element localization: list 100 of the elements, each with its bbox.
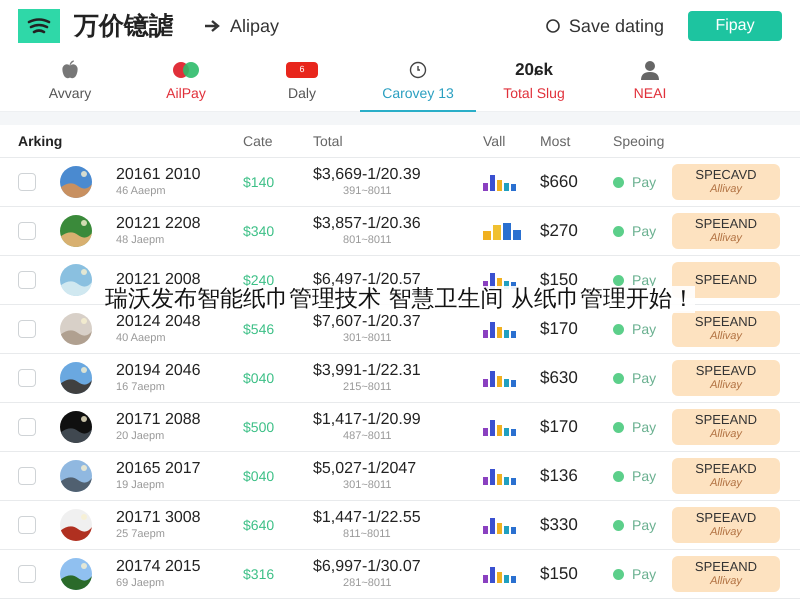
status-text: Pay — [632, 368, 656, 388]
tag-badge: SPECAVD Allivay — [672, 164, 780, 200]
total-text: $6,997-1/30.07 — [313, 557, 421, 578]
clock-icon — [409, 60, 427, 78]
row-time: 48 Jaepm — [116, 234, 166, 248]
tab[interactable]: AilPay — [128, 52, 244, 112]
count-badge: 6 — [286, 62, 318, 78]
total-subtext: 301~8011 — [343, 479, 392, 493]
amount-text: $040 — [243, 466, 274, 486]
column-header: Cate — [243, 132, 273, 150]
checkbox[interactable] — [18, 222, 36, 240]
amount-text: $140 — [243, 172, 274, 192]
total-subtext: 281~8011 — [343, 577, 392, 591]
price-text: $150 — [540, 563, 578, 586]
checkbox[interactable] — [18, 565, 36, 583]
row-time: 40 Aaepm — [116, 332, 167, 346]
row-title: 20171 2088 — [116, 410, 201, 430]
apple-icon — [61, 60, 79, 80]
total-subtext: 811~8011 — [343, 528, 391, 542]
amount-text: $546 — [243, 320, 274, 338]
status-text: Pay — [632, 516, 656, 535]
bar-chart-icon — [483, 418, 516, 436]
total-subtext: 301~8011 — [343, 332, 392, 346]
row-title: 20121 2208 — [116, 214, 201, 234]
bar-chart-icon — [483, 173, 516, 191]
app-title: 万价镱謔 — [74, 10, 174, 42]
checkbox[interactable] — [18, 271, 36, 289]
price-text: $330 — [540, 514, 578, 536]
tag-badge: SPEEAVD Allivay — [672, 360, 780, 396]
search-icon — [544, 18, 561, 34]
amount-text: $500 — [243, 418, 274, 436]
total-subtext: 215~8011 — [343, 381, 392, 395]
amount-text: $340 — [243, 222, 274, 240]
status-text: Pay — [632, 466, 656, 486]
tab[interactable]: Avvary — [12, 52, 128, 112]
column-header: Vall — [483, 132, 506, 150]
breadcrumb-link[interactable]: Alipay — [230, 12, 280, 40]
column-header: Arking — [18, 132, 62, 151]
total-subtext: 487~8011 — [343, 430, 392, 444]
tab[interactable]: NEAI — [592, 52, 708, 112]
row-title: 20165 2017 — [116, 459, 201, 480]
status-text: Pay — [632, 418, 656, 437]
circles-icon — [170, 60, 202, 78]
total-text: $3,991-1/22.31 — [313, 361, 421, 382]
total-text: $6,497-1/20.57 — [313, 270, 421, 288]
tab[interactable]: 20ɕk Total Slug — [476, 52, 592, 112]
row-title: 20194 2046 — [116, 361, 201, 382]
status-text: Pay — [632, 172, 656, 192]
row-title: 20174 2015 — [116, 557, 201, 578]
total-text: $5,027-1/2047 — [313, 459, 416, 480]
row-time: 19 Jaepm — [116, 479, 166, 493]
bar-chart-icon — [483, 516, 516, 534]
checkbox[interactable] — [18, 418, 36, 436]
total-text: $1,417-1/20.99 — [313, 410, 421, 430]
column-header: Most — [540, 132, 570, 150]
bar-chart-icon — [483, 369, 516, 387]
amount-text: $240 — [243, 270, 274, 288]
checkbox[interactable] — [18, 467, 36, 485]
checkbox[interactable] — [18, 173, 36, 191]
amount-text: $040 — [243, 368, 274, 388]
arrow-icon — [204, 19, 222, 33]
row-time: 46 Aaepm — [116, 185, 167, 199]
total-text: $1,447-1/22.55 — [313, 508, 421, 528]
checkbox[interactable] — [18, 369, 36, 387]
total-subtext: 391~8011 — [343, 185, 392, 199]
bar-chart-icon — [483, 467, 516, 485]
price-text: $270 — [540, 220, 578, 242]
row-time: 25 7aepm — [116, 528, 166, 542]
amount-text: $316 — [243, 564, 274, 584]
column-header: Total — [313, 132, 343, 150]
search-label: Save dating — [568, 14, 664, 38]
status-text: Pay — [632, 320, 656, 339]
column-header: Speoing — [613, 132, 664, 151]
status-text: Pay — [632, 564, 656, 584]
total-text: $3,857-1/20.36 — [313, 214, 421, 234]
row-title: 20124 2048 — [116, 312, 201, 332]
row-title: 20121 2008 — [116, 270, 201, 288]
row-time: 69 Jaepm — [116, 577, 166, 591]
price-text: $170 — [540, 318, 578, 340]
tag-badge: SPEEAND Allivay — [672, 556, 780, 592]
logo-icon — [18, 9, 60, 43]
row-title: 20171 3008 — [116, 508, 201, 528]
status-text: Pay — [632, 270, 656, 288]
price-text: $170 — [540, 416, 578, 438]
tab[interactable]: 6 Daly — [244, 52, 360, 112]
total-text: $3,669-1/20.39 — [313, 165, 421, 186]
amount-text: $640 — [243, 516, 274, 534]
total-subtext: 801~8011 — [343, 234, 392, 248]
tab-value: 20ɕk — [515, 60, 553, 80]
row-time: 16 7aepm — [116, 381, 166, 395]
person-icon — [640, 60, 660, 80]
price-text: $136 — [540, 465, 578, 488]
price-text: $630 — [540, 367, 578, 390]
row-time: 20 Jaepm — [116, 430, 166, 444]
checkbox[interactable] — [18, 320, 36, 338]
checkbox[interactable] — [18, 516, 36, 534]
tag-badge: SPEEAVD Allivay — [672, 507, 780, 543]
row-title: 20161 2010 — [116, 165, 201, 186]
bar-chart-icon — [483, 320, 516, 338]
tag-badge: SPEEAKD Allivay — [672, 458, 780, 494]
